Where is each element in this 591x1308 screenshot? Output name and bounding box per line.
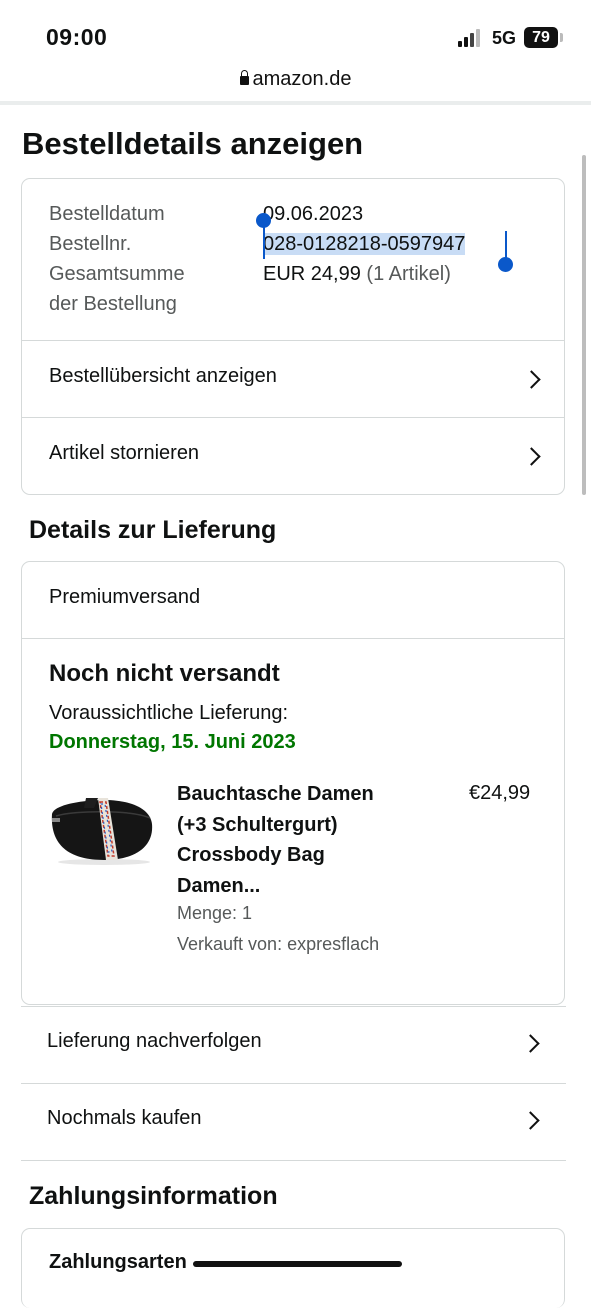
- order-number-label: Bestellnr.: [49, 233, 132, 255]
- cancel-items-row[interactable]: Artikel stornieren: [22, 418, 564, 494]
- order-total-value: EUR 24,99 (1 Artikel): [263, 259, 451, 289]
- divider: [22, 638, 564, 639]
- track-package-label: Lieferung nachverfolgen: [47, 1030, 262, 1052]
- payment-card: Zahlungsarten: [21, 1228, 565, 1308]
- battery-icon: 79: [524, 27, 558, 48]
- battery-tip: [560, 33, 563, 42]
- chevron-right-icon: [522, 370, 541, 389]
- buy-again-label: Nochmals kaufen: [47, 1107, 202, 1129]
- delivery-heading: Details zur Lieferung: [29, 516, 277, 544]
- order-number-value[interactable]: 028-0128218-0597947: [263, 229, 466, 259]
- page-title: Bestelldetails anzeigen: [22, 126, 364, 161]
- product-seller: Verkauft von: expresflach: [177, 934, 380, 954]
- product-title[interactable]: Bauchtasche Damen (+3 Schultergurt) Cros…: [177, 779, 427, 901]
- view-order-summary-row[interactable]: Bestellübersicht anzeigen: [22, 341, 564, 417]
- selection-start-handle[interactable]: [263, 227, 265, 259]
- order-date-label: Bestelldatum: [49, 203, 165, 225]
- track-package-row[interactable]: Lieferung nachverfolgen: [21, 1007, 566, 1083]
- selected-text: 028-0128218-0597947: [263, 233, 466, 255]
- home-indicator[interactable]: [193, 1261, 402, 1267]
- expected-delivery-label: Voraussichtliche Lieferung:: [49, 702, 289, 724]
- url-text: amazon.de: [252, 68, 352, 90]
- selection-end-handle-knob[interactable]: [498, 257, 513, 272]
- order-summary-card: Bestelldatum 09.06.2023 Bestellnr. 028-0…: [21, 178, 565, 495]
- product-title-line: (+3 Schultergurt): [177, 813, 338, 836]
- product-title-line: Bauchtasche Damen: [177, 783, 374, 805]
- lock-icon: [239, 70, 249, 85]
- payment-methods-label: Zahlungsarten: [49, 1251, 187, 1273]
- divider: [21, 1160, 566, 1161]
- buy-again-row[interactable]: Nochmals kaufen: [21, 1084, 566, 1160]
- shipping-method: Premiumversand: [49, 586, 201, 608]
- product-quantity: Menge: 1: [177, 903, 253, 923]
- toolbar-divider: [0, 101, 591, 105]
- address-bar[interactable]: amazon.de: [0, 68, 591, 100]
- belt-bag-icon: [51, 798, 153, 865]
- product-title-line: Damen...: [177, 874, 261, 897]
- order-total-label-line2: der Bestellung: [49, 293, 177, 315]
- expected-delivery-date: Donnerstag, 15. Juni 2023: [49, 731, 296, 753]
- delivery-card: Premiumversand Noch nicht versandt Vorau…: [21, 561, 565, 1005]
- clock: 09:00: [46, 24, 108, 50]
- network-type: 5G: [492, 28, 517, 48]
- view-order-summary-label: Bestellübersicht anzeigen: [49, 365, 277, 387]
- product-price: €24,99: [469, 782, 531, 804]
- selection-start-handle-knob[interactable]: [256, 213, 271, 228]
- chevron-right-icon: [521, 1034, 540, 1053]
- cancel-items-label: Artikel stornieren: [49, 442, 200, 464]
- shipment-status: Noch nicht versandt: [49, 660, 280, 687]
- cellular-signal-icon: [458, 29, 484, 47]
- product-title-line: Crossbody Bag: [177, 844, 325, 866]
- order-item-count: (1 Artikel): [366, 263, 451, 285]
- chevron-right-icon: [522, 447, 541, 466]
- order-total-label-line1: Gesamtsumme: [49, 263, 185, 285]
- status-bar: 09:00 5G 79: [0, 0, 591, 70]
- order-date-value: 09.06.2023: [263, 203, 364, 225]
- order-total-amount: EUR 24,99: [263, 263, 361, 285]
- payment-heading: Zahlungsinformation: [29, 1182, 278, 1210]
- chevron-right-icon: [521, 1111, 540, 1130]
- scrollbar-thumb[interactable]: [582, 155, 586, 495]
- product-image[interactable]: [46, 794, 156, 866]
